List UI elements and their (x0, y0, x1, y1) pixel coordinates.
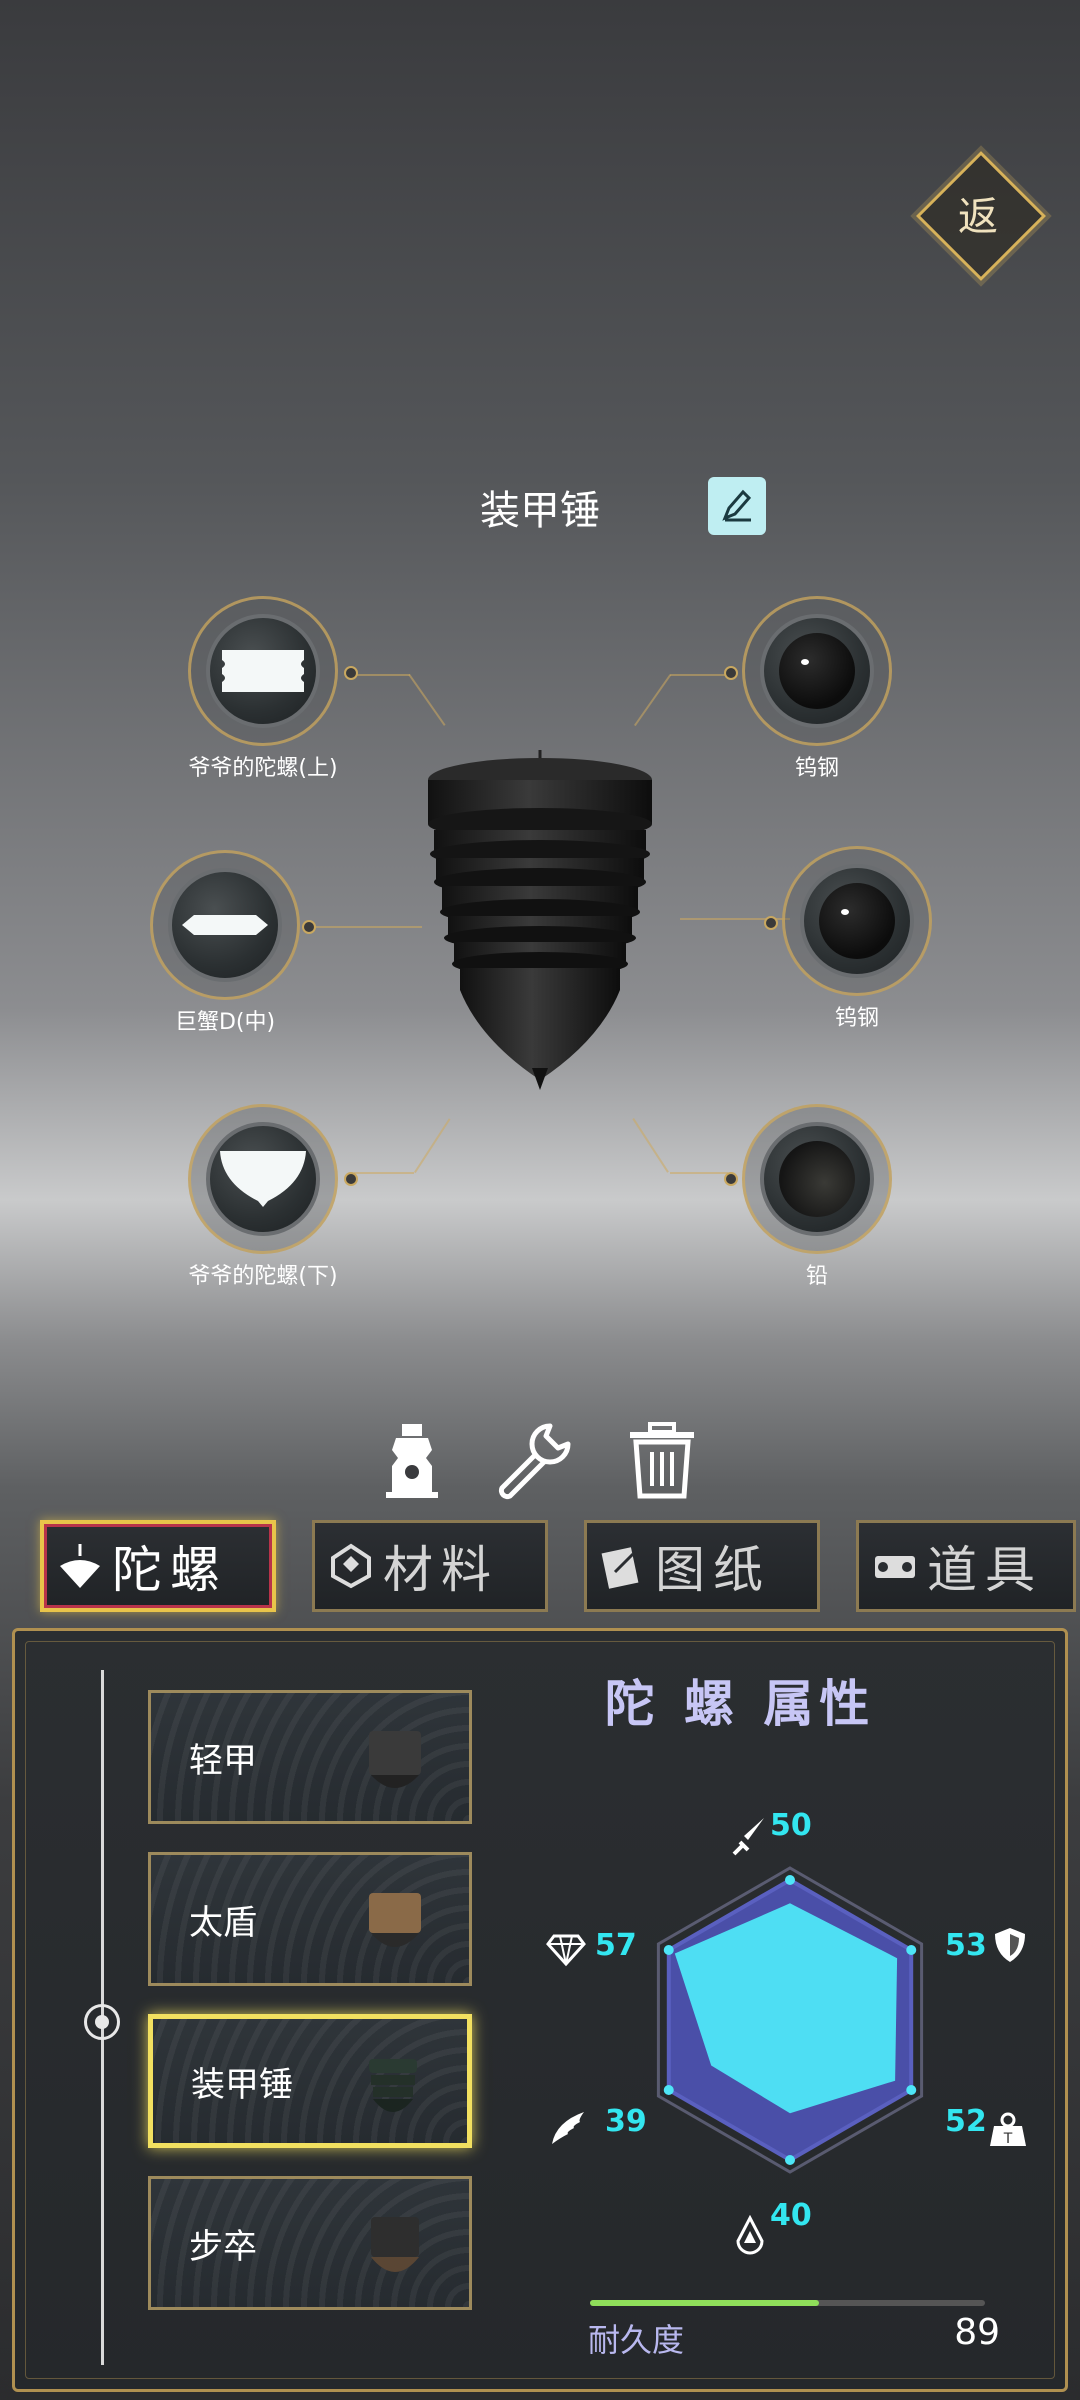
slot-inner (760, 614, 874, 728)
upper-part-icon (222, 650, 304, 692)
part-slot-upper[interactable] (188, 596, 358, 746)
slot-dot (764, 916, 778, 930)
tab-label: 陀螺 (112, 1541, 228, 1599)
stats-title: 陀 螺 属性 (604, 1675, 876, 1733)
list-item[interactable]: 步卒 (148, 2176, 472, 2310)
slot-inner (760, 1122, 874, 1236)
tab-materials[interactable]: 材料 (312, 1520, 548, 1612)
part-label-middle: 巨蟹D(中) (174, 1010, 276, 1035)
part-label-lower: 爷爷的陀螺(下) (188, 1264, 338, 1289)
slot-dot (724, 1172, 738, 1186)
connector-line (352, 674, 410, 676)
spinning-top-thumbnail (369, 2059, 417, 2112)
scrollbar-handle[interactable] (84, 2004, 120, 2040)
back-button[interactable]: 返 (915, 150, 1047, 282)
tab-blueprints[interactable]: 图纸 (584, 1520, 820, 1612)
lead-ball-icon (779, 1141, 855, 1217)
slot-dot (344, 1172, 358, 1186)
stat-rarity-value: 57 (595, 1928, 637, 1963)
connector-line (302, 926, 422, 928)
spinning-top-thumbnail (371, 2217, 419, 2272)
tungsten-ball-icon (819, 883, 895, 959)
connector-line (632, 1118, 669, 1173)
part-slot-lead[interactable] (724, 1104, 892, 1254)
connector-line (408, 674, 446, 726)
slot-inner (206, 614, 320, 728)
spinning-top-thumbnail (369, 1893, 421, 1947)
part-label-ball-1: 钨钢 (794, 756, 839, 781)
hexagon-vertex-dot (906, 2085, 917, 2095)
edit-name-button[interactable] (708, 477, 766, 535)
blueprint-icon (597, 1540, 649, 1592)
list-item-label: 太盾 (189, 1902, 257, 1943)
pencil-icon (722, 489, 752, 522)
hexagon-vertex-dot (663, 1945, 674, 1955)
part-slot-middle[interactable] (150, 850, 316, 1000)
spinning-top-icon (54, 1540, 106, 1592)
svg-text:T: T (1003, 2131, 1013, 2147)
list-item-selected[interactable]: 装甲锤 (148, 2014, 472, 2148)
sword-icon (732, 1818, 764, 1856)
connector-line (670, 674, 728, 676)
bottle-icon[interactable] (372, 1420, 452, 1500)
stat-attack-value: 50 (770, 1808, 812, 1843)
hexagon-vertex-dot (663, 2085, 674, 2095)
list-item-label: 装甲锤 (191, 2064, 293, 2105)
part-slot-lower[interactable] (188, 1104, 358, 1254)
connector-line (354, 1172, 414, 1174)
hexagon-vertex-dot (906, 1945, 917, 1955)
part-label-ball-2: 钨钢 (834, 1006, 879, 1031)
part-slot-ball-1[interactable] (724, 596, 892, 746)
tungsten-ball-icon (779, 633, 855, 709)
weight-icon: T (990, 2112, 1026, 2147)
spinning-top-thumbnail (369, 1731, 421, 1788)
connector-line (634, 674, 672, 727)
part-label-lead: 铅 (805, 1264, 828, 1289)
wrench-icon[interactable] (494, 1420, 574, 1500)
tab-items[interactable]: 道具 (856, 1520, 1076, 1612)
middle-part-icon (182, 915, 268, 935)
spinning-top-model[interactable] (420, 750, 660, 1090)
stat-balance-value: 40 (770, 2198, 812, 2233)
list-item[interactable]: 太盾 (148, 1852, 472, 1986)
slot-inner (206, 1122, 320, 1236)
slot-dot (302, 920, 316, 934)
durability-bar-fill (590, 2300, 820, 2306)
hexagon-vertex-dot (785, 1875, 795, 1885)
trash-icon[interactable] (622, 1420, 702, 1500)
top-name: 装甲锤 (480, 488, 600, 534)
tab-label: 材料 (383, 1541, 499, 1599)
tab-label: 图纸 (655, 1541, 771, 1599)
part-label-upper: 爷爷的陀螺(上) (188, 756, 338, 781)
durability-value: 89 (954, 2312, 1000, 2353)
material-icon (325, 1540, 377, 1592)
diamond-icon (546, 1934, 586, 1967)
tab-label: 道具 (927, 1541, 1043, 1599)
item-icon (869, 1540, 921, 1592)
slot-inner (800, 864, 914, 978)
list-item[interactable]: 轻甲 (148, 1690, 472, 1824)
shield-icon (995, 1928, 1025, 1962)
back-button-label: 返 (958, 194, 998, 240)
connector-line (670, 1172, 728, 1174)
wing-icon (552, 2112, 584, 2144)
lower-part-icon (220, 1151, 306, 1207)
durability-label: 耐久度 (588, 2321, 685, 2359)
connector-line (414, 1118, 451, 1174)
slot-inner (168, 868, 282, 982)
stat-weight-value: 52 (945, 2104, 987, 2139)
stat-speed-value: 39 (605, 2104, 647, 2139)
stat-defense-value: 53 (945, 1928, 987, 1963)
stats-hexagon-chart (656, 1866, 924, 2174)
slot-dot (344, 666, 358, 680)
tab-spinning-top[interactable]: 陀螺 (40, 1520, 276, 1612)
list-item-label: 步卒 (189, 2226, 257, 2267)
part-slot-ball-2[interactable] (764, 846, 932, 996)
drop-icon (736, 2215, 764, 2255)
slot-dot (724, 666, 738, 680)
list-item-label: 轻甲 (189, 1740, 257, 1781)
hexagon-vertex-dot (785, 2155, 795, 2165)
